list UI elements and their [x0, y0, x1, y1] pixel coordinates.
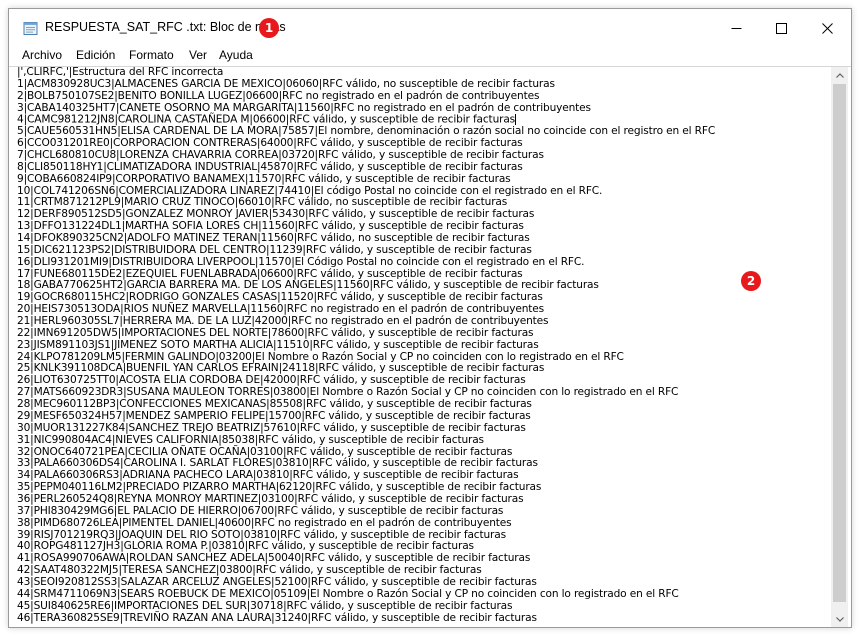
- close-button[interactable]: [804, 9, 850, 47]
- text-line: 1|ACM830928UC3|ALMACENES GARCIA DE MEXIC…: [17, 77, 555, 90]
- text-line: 46|TERA360825SE9|TREVIÑO RAZAN ANA LAURA…: [17, 611, 537, 624]
- notepad-icon: [23, 22, 38, 35]
- text-line: 45|SUI840625RE6|IMPORTACIONES DEL SUR|30…: [17, 599, 513, 612]
- text-line: 22|IMN691205DW5|IMPORTACIONES DEL NORTE|…: [17, 326, 534, 339]
- maximize-icon: [775, 22, 787, 34]
- text-line: 9|COBA660824IP9|CORPORATIVO BANAMEX|1157…: [17, 172, 511, 185]
- minimize-button[interactable]: [713, 9, 759, 47]
- vertical-scrollbar[interactable]: [831, 67, 848, 627]
- menu-archivo[interactable]: Archivo: [22, 48, 62, 62]
- chevron-down-icon: [835, 617, 844, 622]
- text-line: 8|CLI850118HY1|CLIMATIZADORA INDUSTRIAL|…: [17, 160, 523, 173]
- text-line: 16|DLI931201MI9|DISTRIBUIDORA LIVERPOOL|…: [17, 255, 585, 268]
- marker-badge-2: 2: [741, 271, 761, 291]
- title-bar[interactable]: RESPUESTA_SAT_RFC .txt: Bloc de notas 1: [9, 9, 851, 47]
- scroll-up-button[interactable]: [831, 67, 848, 84]
- editor-area: |',CLIRFC,'|Estructura del RFC incorrect…: [9, 66, 851, 627]
- close-icon: [821, 22, 833, 34]
- text-line: 37|PHI830429MG6|EL PALACIO DE HIERRO|067…: [17, 504, 504, 517]
- minimize-icon: [731, 27, 741, 29]
- scrollbar-thumb[interactable]: [833, 84, 846, 602]
- text-line: 3|CABA140325HT7|CANETE OSORNO MA MARGARI…: [17, 101, 591, 114]
- text-line: 29|MESF650324H57|MENDEZ SAMPERIO FELIPE|…: [17, 409, 531, 422]
- menu-bar: Archivo Edición Formato Ver Ayuda: [9, 47, 851, 67]
- text-editor[interactable]: |',CLIRFC,'|Estructura del RFC incorrect…: [17, 67, 829, 627]
- text-caret: [515, 114, 517, 126]
- text-line: 31|NIC990804AC4|NIEVES CALIFORNIA|85038|…: [17, 433, 484, 446]
- scroll-down-button[interactable]: [831, 611, 848, 627]
- text-line: 44|SRM4711069N3|SEARS ROEBUCK DE MEXICO|…: [17, 587, 679, 600]
- menu-ver[interactable]: Ver: [189, 48, 207, 62]
- window-title: RESPUESTA_SAT_RFC .txt: Bloc de notas: [45, 20, 286, 34]
- text-line: 30|MUOR131227K84|SANCHEZ TREJO BEATRIZ|5…: [17, 421, 526, 434]
- maximize-button[interactable]: [758, 9, 804, 47]
- menu-ayuda[interactable]: Ayuda: [219, 48, 253, 62]
- menu-edicion[interactable]: Edición: [76, 48, 115, 62]
- marker-badge-1: 1: [259, 18, 279, 38]
- notepad-window: RESPUESTA_SAT_RFC .txt: Bloc de notas 1 …: [8, 8, 852, 628]
- text-line: 2|BOLB750107SE2|BENITO BONILLA LUGEZ|066…: [17, 89, 540, 102]
- menu-formato[interactable]: Formato: [129, 48, 174, 62]
- text-line: 23|JISM891103JS1|JIMENEZ SOTO MARTHA ALI…: [17, 338, 539, 351]
- text-line: 38|PIMD680726LEA|PIMENTEL DANIEL|40600|R…: [17, 516, 512, 529]
- text-line: 15|DIC621123PS2|DISTRIBUIDORA DEL CENTRO…: [17, 243, 532, 256]
- chevron-up-icon: [835, 73, 844, 78]
